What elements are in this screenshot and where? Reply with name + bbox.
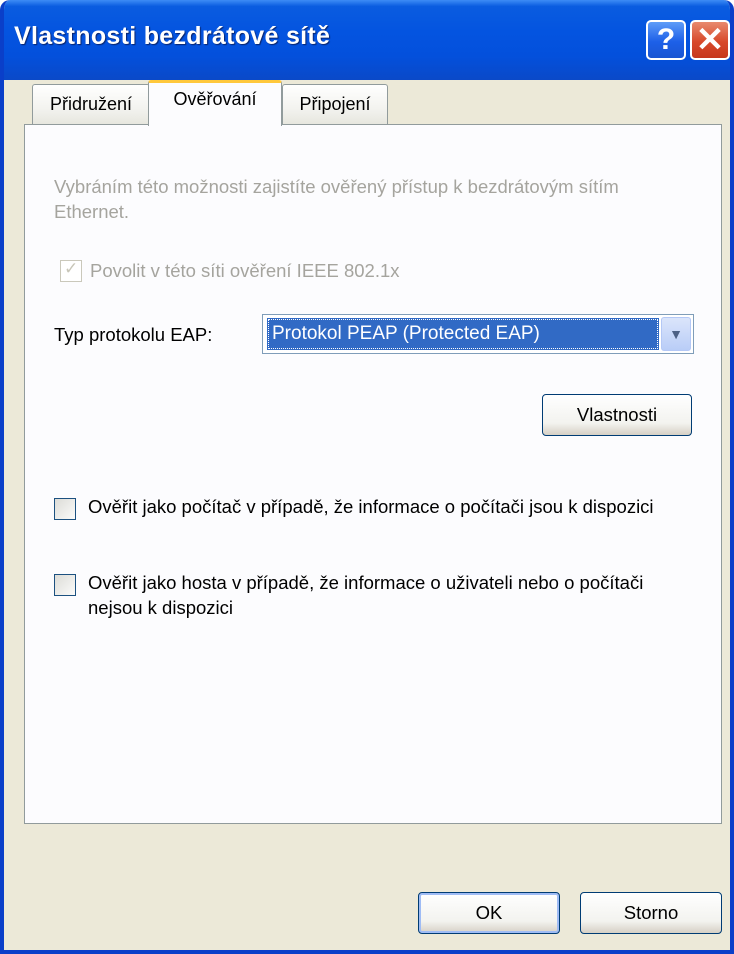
properties-button[interactable]: Vlastnosti (542, 394, 692, 436)
authenticate-computer-checkbox[interactable] (54, 498, 76, 520)
tab-pripojeni[interactable]: Připojení (282, 84, 388, 124)
checkmark-icon: ✓ (64, 259, 79, 278)
tab-pridruzeni[interactable]: Přidružení (32, 84, 150, 124)
tab-label: Ověřování (173, 89, 257, 109)
ieee-8021x-label: Povolit v této síti ověření IEEE 802.1x (90, 260, 400, 281)
tab-label: Připojení (299, 94, 371, 114)
tab-label: Přidružení (49, 94, 133, 114)
title-bar[interactable]: Vlastnosti bezdrátové sítě ? ✕ (4, 0, 730, 80)
description-text: Vybráním této možnosti zajistíte ověřený… (54, 176, 619, 222)
authenticate-guest-checkbox[interactable] (54, 574, 76, 596)
window-title: Vlastnosti bezdrátové sítě (14, 22, 331, 50)
tab-panel (24, 124, 722, 824)
close-button[interactable]: ✕ (690, 20, 730, 60)
eap-type-label: Typ protokolu EAP: (54, 324, 213, 345)
cancel-button-label: Storno (623, 902, 679, 923)
eap-type-value: Protokol PEAP (Protected EAP) (267, 318, 659, 350)
close-icon: ✕ (695, 21, 725, 59)
help-button[interactable]: ? (646, 20, 686, 60)
cancel-button[interactable]: Storno (580, 892, 722, 934)
ok-button-label: OK (475, 902, 503, 923)
tab-overovani[interactable]: Ověřování (148, 80, 282, 126)
ieee-8021x-checkbox[interactable]: ✓ (60, 259, 82, 282)
ok-button[interactable]: OK (418, 892, 560, 934)
properties-button-label: Vlastnosti (576, 404, 658, 425)
authenticate-guest-label: Ověřit jako hosta v případě, že informac… (88, 572, 644, 618)
help-icon: ? (656, 23, 676, 56)
eap-type-select[interactable]: Protokol PEAP (Protected EAP) ▼ (262, 314, 694, 354)
chevron-down-icon[interactable]: ▼ (661, 317, 691, 351)
authenticate-computer-label: Ověřit jako počítač v případě, že inform… (88, 496, 654, 517)
